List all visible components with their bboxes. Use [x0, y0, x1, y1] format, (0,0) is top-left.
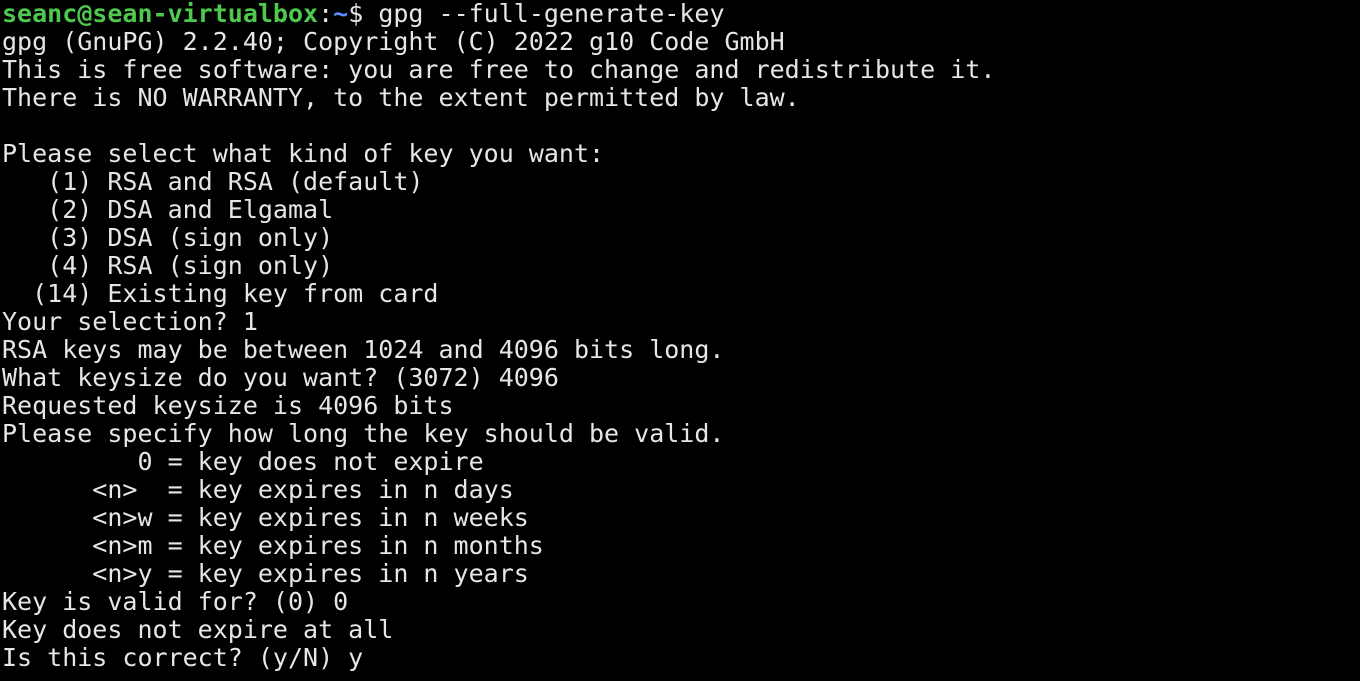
output-line: gpg (GnuPG) 2.2.40; Copyright (C) 2022 g… — [2, 27, 785, 56]
output-line: Your selection? 1 — [2, 307, 258, 336]
output-line: (4) RSA (sign only) — [2, 251, 334, 280]
output-line: Is this correct? (y/N) y — [2, 643, 364, 672]
output-line: <n>w = key expires in n weeks — [2, 503, 529, 532]
output-line: (14) Existing key from card — [2, 279, 439, 308]
prompt-separator: : — [318, 0, 334, 28]
output-line: (1) RSA and RSA (default) — [2, 167, 424, 196]
output-line: (2) DSA and Elgamal — [2, 195, 334, 224]
command-text: gpg --full-generate-key — [378, 0, 725, 28]
output-line: <n> = key expires in n days — [2, 475, 514, 504]
output-line: <n>y = key expires in n years — [2, 559, 529, 588]
output-line: <n>m = key expires in n months — [2, 531, 544, 560]
prompt-user-host: seanc@sean-virtualbox — [2, 0, 319, 28]
output-line: This is free software: you are free to c… — [2, 55, 996, 84]
output-line: Requested keysize is 4096 bits — [2, 391, 454, 420]
output-line: Key does not expire at all — [2, 615, 394, 644]
output-line: Key is valid for? (0) 0 — [2, 587, 349, 616]
output-line: What keysize do you want? (3072) 4096 — [2, 363, 559, 392]
prompt-path: ~ — [333, 0, 349, 28]
output-line: (3) DSA (sign only) — [2, 223, 334, 252]
prompt-symbol: $ — [348, 0, 379, 28]
output-line: There is NO WARRANTY, to the extent perm… — [2, 83, 800, 112]
output-line: RSA keys may be between 1024 and 4096 bi… — [2, 335, 725, 364]
terminal-window[interactable]: seanc@sean-virtualbox:~$ gpg --full-gene… — [0, 0, 1360, 681]
output-line: Please select what kind of key you want: — [2, 139, 605, 168]
output-line: 0 = key does not expire — [2, 447, 484, 476]
prompt-line: seanc@sean-virtualbox:~$ gpg --full-gene… — [2, 0, 1360, 28]
output-line: Please specify how long the key should b… — [2, 419, 725, 448]
